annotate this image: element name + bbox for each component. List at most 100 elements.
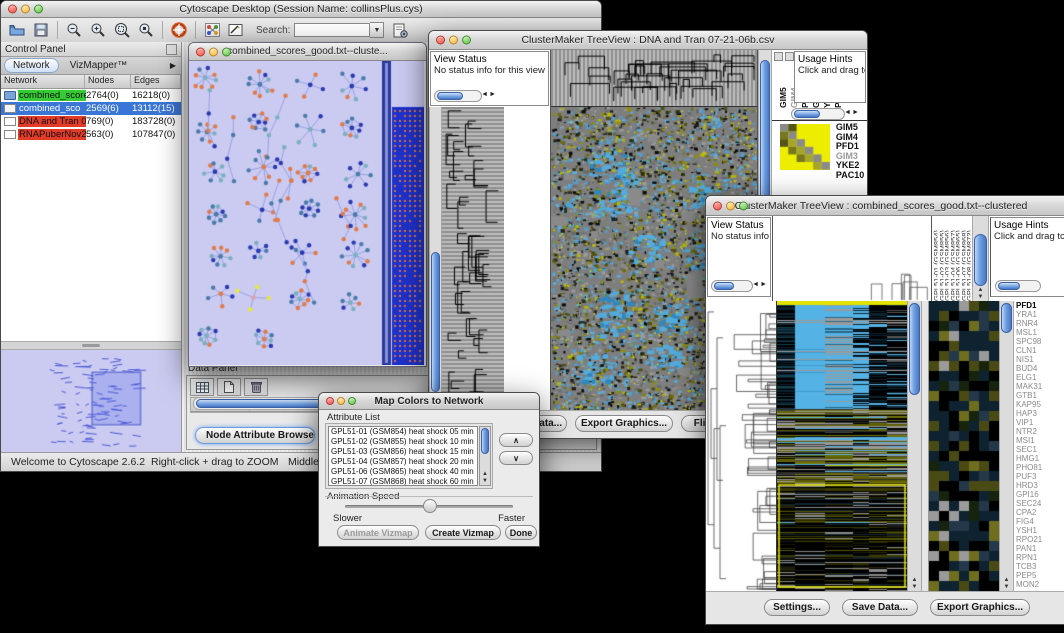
gene-label[interactable]: KAP95	[1016, 400, 1064, 409]
gene-label[interactable]: MSI1	[1016, 436, 1064, 445]
zoom-button[interactable]	[739, 201, 748, 210]
slider-arrows[interactable]: ◄►	[752, 281, 768, 288]
gene-label[interactable]: NIS1	[1016, 355, 1064, 364]
tv2-settings-button[interactable]: Settings...	[764, 599, 830, 616]
gene-label[interactable]: HRD3	[1016, 481, 1064, 490]
close-button[interactable]	[326, 397, 334, 405]
control-panel-tab[interactable]: VizMapper™	[62, 58, 136, 73]
delete-attribute-button[interactable]	[244, 378, 268, 396]
scrollbar-thumb[interactable]	[974, 234, 987, 286]
gene-label[interactable]: TCB3	[1016, 562, 1064, 571]
minimize-button[interactable]	[21, 5, 30, 14]
create-vizmap-button[interactable]: Create Vizmap	[425, 525, 501, 540]
search-input[interactable]	[294, 23, 370, 37]
gene-label[interactable]: PAN1	[1016, 544, 1064, 553]
zoom-out-button[interactable]	[62, 20, 86, 40]
gene-label[interactable]: YKE2	[836, 161, 864, 171]
attribute-list-scrollbar[interactable]: ▲▼	[479, 426, 491, 486]
tv1-row-dendrogram[interactable]	[442, 107, 504, 411]
gene-label[interactable]: MON2	[1016, 580, 1064, 589]
zoom-button[interactable]	[222, 47, 231, 56]
done-button[interactable]: Done	[505, 525, 537, 540]
zoom-in-button[interactable]	[86, 20, 110, 40]
network-list-empty-area[interactable]	[1, 141, 181, 341]
close-button[interactable]	[196, 47, 205, 56]
slider-thumb[interactable]	[437, 92, 463, 100]
tv2-status-zoom-slider[interactable]: ◄►	[711, 280, 753, 292]
network-view-titlebar[interactable]: combined_scores_good.txt--cluste...	[189, 43, 426, 61]
gene-label[interactable]: PUF3	[1016, 472, 1064, 481]
slider-thumb[interactable]	[794, 110, 820, 118]
gene-label[interactable]: BUD4	[1016, 364, 1064, 373]
gene-label[interactable]: VIP1	[1016, 418, 1064, 427]
tv2-row-dendrogram[interactable]	[706, 301, 776, 591]
speed-slider-thumb[interactable]	[423, 499, 437, 513]
gene-label[interactable]: GIM4	[836, 133, 864, 143]
new-attribute-button[interactable]	[217, 378, 241, 396]
slider-arrows[interactable]: ◄►	[844, 109, 860, 116]
zoom-button[interactable]	[348, 397, 356, 405]
tv2-zoom-heatmap[interactable]	[929, 301, 999, 591]
vizmap-button[interactable]	[200, 20, 224, 40]
gene-label[interactable]: YSH1	[1016, 526, 1064, 535]
gene-label[interactable]: RPO21	[1016, 535, 1064, 544]
zoom-fit-button[interactable]	[134, 20, 158, 40]
search-dropdown-button[interactable]: ▼	[370, 22, 384, 38]
zoom-selected-button[interactable]	[110, 20, 134, 40]
scrollbar-arrows[interactable]: ▲▼	[908, 577, 921, 591]
minimize-button[interactable]	[209, 47, 218, 56]
control-panel-tab[interactable]: Network	[4, 58, 59, 73]
gene-label[interactable]: PFD1	[1016, 301, 1064, 310]
gene-label[interactable]: GIM5	[836, 123, 864, 133]
scrollbar-thumb[interactable]	[1001, 303, 1012, 333]
dialog-titlebar[interactable]: Map Colors to Network	[319, 393, 539, 410]
tv1-export-graphics-button[interactable]: Export Graphics...	[575, 415, 673, 432]
gene-label[interactable]: ELG1	[1016, 373, 1064, 382]
gene-label[interactable]: SEC24	[1016, 499, 1064, 508]
gene-label[interactable]: PFD1	[836, 142, 864, 152]
attribute-list-item[interactable]: GPL51-03 (GSM856) heat shock 15 min	[329, 447, 477, 457]
network-table-row[interactable]: combined_scores 2764(0) 16218(0)	[1, 89, 181, 102]
gene-label[interactable]: PEP5	[1016, 571, 1064, 580]
attribute-list-item[interactable]: GPL51-06 (GSM865) heat shock 40 min	[329, 467, 477, 477]
tv1-column-dendrogram[interactable]	[551, 50, 757, 107]
scrollbar-arrows[interactable]: ▲▼	[480, 471, 490, 485]
gene-label[interactable]: PAC10	[836, 171, 864, 181]
zoom-button[interactable]	[34, 5, 43, 14]
gene-label[interactable]: HAP3	[1016, 409, 1064, 418]
tv2-column-dendrogram[interactable]	[772, 216, 932, 301]
col-nodes[interactable]: Nodes	[85, 75, 131, 88]
scrollbar-arrows[interactable]: ▲▼	[973, 287, 988, 301]
animate-vizmap-button[interactable]: Animate Vizmap	[337, 525, 419, 540]
attribute-list-item[interactable]: GPL51-07 (GSM868) heat shock 60 min	[329, 477, 477, 486]
tv2-export-graphics-button[interactable]: Export Graphics...	[930, 599, 1030, 616]
scrollbar-thumb[interactable]	[909, 303, 920, 395]
slider-thumb[interactable]	[714, 282, 734, 290]
move-down-button[interactable]: ∨	[499, 451, 533, 465]
tv1-left-scrollbar[interactable]	[429, 107, 442, 411]
gene-label[interactable]: SEC1	[1016, 445, 1064, 454]
import-attributes-button[interactable]	[388, 20, 412, 40]
gene-label[interactable]: PHO81	[1016, 463, 1064, 472]
gene-label[interactable]: MSL1	[1016, 328, 1064, 337]
column-label[interactable]: GPL51-01 (GSM854)	[932, 216, 938, 301]
scrollbar-thumb[interactable]	[431, 252, 440, 392]
column-label[interactable]: GPL51-03 (GSM856)	[943, 216, 949, 301]
main-titlebar[interactable]: Cytoscape Desktop (Session Name: collins…	[1, 1, 601, 18]
gene-label[interactable]: GPI16	[1016, 490, 1064, 499]
gene-label[interactable]: YRA1	[1016, 310, 1064, 319]
tv2-heatmap[interactable]	[776, 301, 907, 591]
scrollbar-thumb[interactable]	[481, 428, 489, 454]
column-label[interactable]: GIM5	[778, 62, 788, 108]
network-table-row[interactable]: DNA and Tran 07 769(0) 183728(0)	[1, 115, 181, 128]
treeview2-titlebar[interactable]: ClusterMaker TreeView : combined_scores_…	[706, 196, 1064, 216]
zoom-button[interactable]	[462, 36, 471, 45]
gene-label[interactable]: GIM3	[836, 152, 864, 162]
minimize-button[interactable]	[449, 36, 458, 45]
annotation-button[interactable]	[224, 20, 248, 40]
tab-overflow-button[interactable]: ▶	[165, 61, 181, 70]
gene-label[interactable]: CPA2	[1016, 508, 1064, 517]
tv2-save-data-button[interactable]: Save Data...	[842, 599, 918, 616]
tv1-zoom-slider[interactable]: ◄►	[791, 108, 845, 120]
attribute-list-item[interactable]: GPL51-02 (GSM855) heat shock 10 min	[329, 437, 477, 447]
